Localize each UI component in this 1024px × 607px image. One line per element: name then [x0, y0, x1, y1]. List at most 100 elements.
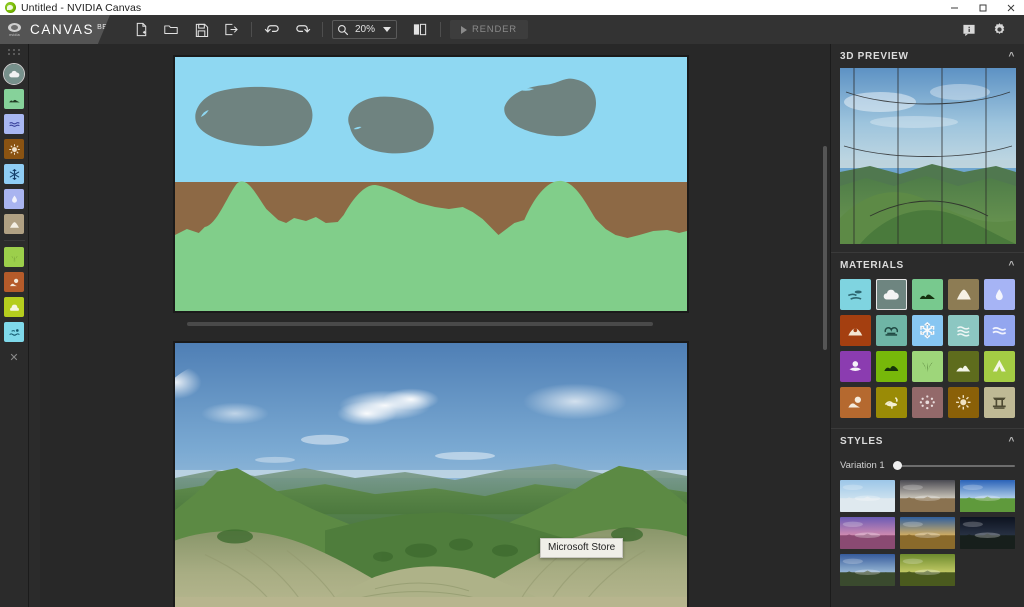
rail-tool-hill[interactable]: [4, 89, 24, 109]
material-swatch-mountain[interactable]: [948, 279, 979, 310]
rail-divider: [4, 240, 25, 241]
rail-tool-snow[interactable]: [4, 164, 24, 184]
undo-button[interactable]: [257, 15, 287, 44]
render-button[interactable]: RENDER: [450, 20, 528, 39]
style-thumbnail-stormy-desert[interactable]: [900, 480, 955, 512]
open-folder-button[interactable]: [156, 15, 186, 44]
workspace-left-gutter: [29, 44, 40, 607]
ruins-icon: [990, 393, 1009, 412]
styles-section-header[interactable]: STYLES ^: [831, 429, 1024, 453]
style-preview: [840, 517, 895, 549]
new-document-button[interactable]: [126, 15, 156, 44]
segmentation-canvas-pane[interactable]: [173, 55, 689, 313]
material-swatch-ruins[interactable]: [984, 387, 1015, 418]
material-swatch-hillside[interactable]: [948, 351, 979, 382]
material-swatch-sea[interactable]: [984, 315, 1015, 346]
cloud-icon: [8, 68, 21, 81]
main-toolbar: nvidia CANVAS BETA: [0, 15, 1024, 44]
rail-tool-grass[interactable]: [4, 247, 24, 267]
scrollbar-thumb[interactable]: [187, 322, 653, 326]
3d-preview-render: [840, 68, 1016, 244]
3d-preview-viewport[interactable]: [840, 68, 1016, 244]
material-swatch-bloom[interactable]: [912, 387, 943, 418]
material-swatch-sand[interactable]: [948, 315, 979, 346]
style-preview: [900, 480, 955, 512]
panel-layout-button[interactable]: [405, 15, 435, 44]
rail-tool-water[interactable]: [4, 114, 24, 134]
zoom-control[interactable]: 20%: [332, 20, 397, 39]
render-output-pane[interactable]: [173, 341, 689, 607]
preview-section-body: [831, 68, 1024, 244]
close-icon[interactable]: [996, 0, 1024, 15]
style-preview: [840, 480, 895, 512]
material-swatch-hill[interactable]: [912, 279, 943, 310]
export-button[interactable]: [216, 15, 246, 44]
material-swatch-seed[interactable]: [948, 387, 979, 418]
material-swatch-rock[interactable]: [840, 387, 871, 418]
slider-knob[interactable]: [893, 461, 902, 470]
slider-track: [893, 465, 1015, 467]
bush-icon: [8, 301, 21, 314]
variation-slider[interactable]: [893, 461, 1015, 471]
material-swatch-grass[interactable]: [912, 351, 943, 382]
save-button[interactable]: [186, 15, 216, 44]
workspace-vertical-scrollbar[interactable]: [823, 64, 828, 584]
material-swatch-flower[interactable]: [840, 351, 871, 382]
toolbar-divider: [251, 22, 252, 37]
rail-tool-sea[interactable]: [4, 189, 24, 209]
rail-close-button[interactable]: ✕: [9, 353, 18, 364]
rail-tool-dirt[interactable]: [4, 272, 24, 292]
zoom-level-value: 20%: [353, 24, 377, 35]
rail-tool-cloud[interactable]: [4, 64, 24, 84]
segmentation-horizontal-scrollbar[interactable]: [173, 321, 689, 327]
redo-button[interactable]: [287, 15, 317, 44]
scrollbar-thumb[interactable]: [823, 146, 827, 350]
segmentation-artwork: [175, 57, 687, 311]
info-button[interactable]: [954, 15, 984, 44]
chevron-down-icon[interactable]: [383, 27, 391, 32]
style-thumbnail-green-field[interactable]: [960, 480, 1015, 512]
rail-tool-mud[interactable]: [4, 139, 24, 159]
chevron-up-icon[interactable]: ^: [1008, 261, 1015, 271]
hillside-icon: [954, 357, 973, 376]
minimize-icon[interactable]: [940, 0, 968, 15]
material-swatch-snow[interactable]: [912, 315, 943, 346]
beta-badge: BETA: [97, 24, 117, 31]
material-swatch-sky[interactable]: [840, 279, 871, 310]
chevron-up-icon[interactable]: ^: [1008, 437, 1015, 447]
snow-icon: [8, 168, 21, 181]
settings-button[interactable]: [984, 15, 1014, 44]
rail-tool-river[interactable]: [4, 322, 24, 342]
grip-dots-icon[interactable]: [8, 49, 21, 55]
rock-icon: [846, 393, 865, 412]
style-thumbnail-golden-sunset[interactable]: [900, 517, 955, 549]
materials-section-header[interactable]: MATERIALS ^: [831, 253, 1024, 277]
rail-tool-bush[interactable]: [4, 297, 24, 317]
material-swatch-bush[interactable]: [876, 351, 907, 382]
chevron-up-icon[interactable]: ^: [1008, 52, 1015, 62]
segmentation-canvas[interactable]: [175, 57, 687, 311]
style-preview: [900, 517, 955, 549]
toolbar-right-group: [954, 15, 1024, 44]
nvidia-canvas-app: Untitled - NVIDIA Canvas nvidia CANVAS B…: [0, 0, 1024, 607]
material-swatch-mountain2[interactable]: [984, 351, 1015, 382]
material-swatch-cloud[interactable]: [876, 279, 907, 310]
rail-tool-sand[interactable]: [4, 214, 24, 234]
style-thumbnail-blue-meadow[interactable]: [840, 554, 895, 586]
material-swatch-fog[interactable]: [876, 315, 907, 346]
material-swatch-water[interactable]: [984, 279, 1015, 310]
bush-icon: [882, 357, 901, 376]
style-thumbnail-snowy-lake[interactable]: [840, 480, 895, 512]
style-thumbnail-night-sky[interactable]: [960, 517, 1015, 549]
preview-section-header[interactable]: 3D PREVIEW ^: [831, 44, 1024, 68]
maximize-icon[interactable]: [968, 0, 996, 15]
style-thumbnail-autumn-marsh[interactable]: [900, 554, 955, 586]
style-preview: [900, 554, 955, 586]
play-icon: [461, 26, 467, 34]
sky-icon: [846, 285, 865, 304]
material-swatch-mud[interactable]: [840, 315, 871, 346]
material-swatch-tree[interactable]: [876, 387, 907, 418]
sea-icon: [990, 321, 1009, 340]
title-bar: Untitled - NVIDIA Canvas: [0, 0, 1024, 15]
style-thumbnail-purple-dusk[interactable]: [840, 517, 895, 549]
